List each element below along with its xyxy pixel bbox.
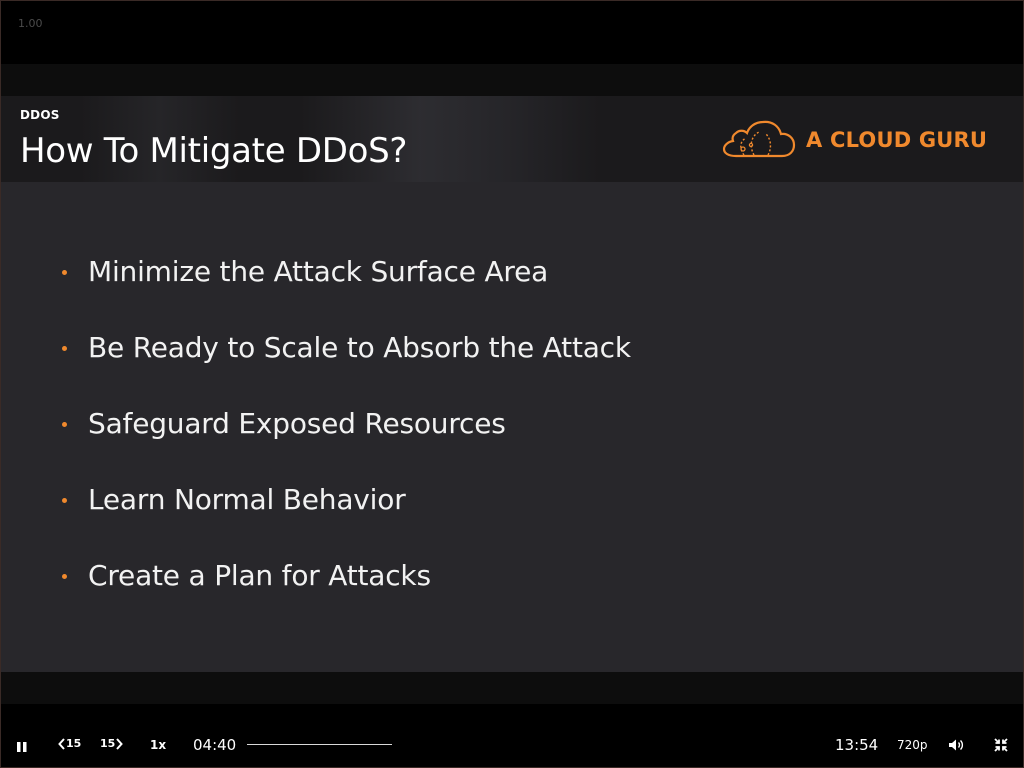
bullet-dot-icon xyxy=(62,498,67,503)
slide-title: How To Mitigate DDoS? xyxy=(20,131,408,171)
progress-track[interactable] xyxy=(247,744,392,745)
logo-text: A CLOUD GURU xyxy=(806,128,988,152)
bullet-dot-icon xyxy=(62,422,67,427)
a-cloud-guru-logo: A CLOUD GURU xyxy=(722,118,987,162)
list-item: Safeguard Exposed Resources xyxy=(62,406,631,482)
rewind-label: 15 xyxy=(66,737,82,750)
bullet-text: Create a Plan for Attacks xyxy=(88,559,431,592)
list-item: Be Ready to Scale to Absorb the Attack xyxy=(62,330,631,406)
forward-label: 15 xyxy=(100,737,116,750)
rewind-15-button[interactable]: 15 xyxy=(58,737,81,750)
slide: DDOS How To Mitigate DDoS? A CLOUD GURU … xyxy=(0,96,1024,672)
pause-button[interactable] xyxy=(16,738,28,757)
bullet-text: Learn Normal Behavior xyxy=(88,483,406,516)
chevron-right-icon xyxy=(116,737,124,750)
exit-fullscreen-icon xyxy=(994,738,1008,752)
zoom-level-readout: 1.00 xyxy=(18,17,43,30)
exit-fullscreen-button[interactable] xyxy=(994,737,1008,756)
chevron-left-icon xyxy=(58,737,65,750)
bullet-dot-icon xyxy=(62,346,67,351)
pause-icon xyxy=(17,742,27,752)
playback-speed-button[interactable]: 1x xyxy=(150,738,166,752)
volume-icon xyxy=(949,739,964,751)
volume-button[interactable] xyxy=(948,737,964,756)
bullet-text: Safeguard Exposed Resources xyxy=(88,407,506,440)
bullet-dot-icon xyxy=(62,270,67,275)
bullet-text: Be Ready to Scale to Absorb the Attack xyxy=(88,331,631,364)
bullet-list: Minimize the Attack Surface Area Be Read… xyxy=(62,254,631,634)
slide-header: DDOS How To Mitigate DDoS? A CLOUD GURU xyxy=(0,96,1024,182)
section-tag: DDOS xyxy=(20,108,60,122)
player-controls: 15 15 1x 04:40 13:54 720p xyxy=(0,704,1024,768)
quality-button[interactable]: 720p xyxy=(897,738,928,752)
cloud-logo-icon xyxy=(722,120,796,158)
forward-15-button[interactable]: 15 xyxy=(100,737,124,750)
list-item: Learn Normal Behavior xyxy=(62,482,631,558)
bullet-dot-icon xyxy=(62,574,67,579)
list-item: Create a Plan for Attacks xyxy=(62,558,631,634)
duration: 13:54 xyxy=(835,736,879,754)
video-area[interactable]: DDOS How To Mitigate DDoS? A CLOUD GURU … xyxy=(0,64,1024,704)
current-time: 04:40 xyxy=(193,736,237,754)
list-item: Minimize the Attack Surface Area xyxy=(62,254,631,330)
bullet-text: Minimize the Attack Surface Area xyxy=(88,255,549,288)
